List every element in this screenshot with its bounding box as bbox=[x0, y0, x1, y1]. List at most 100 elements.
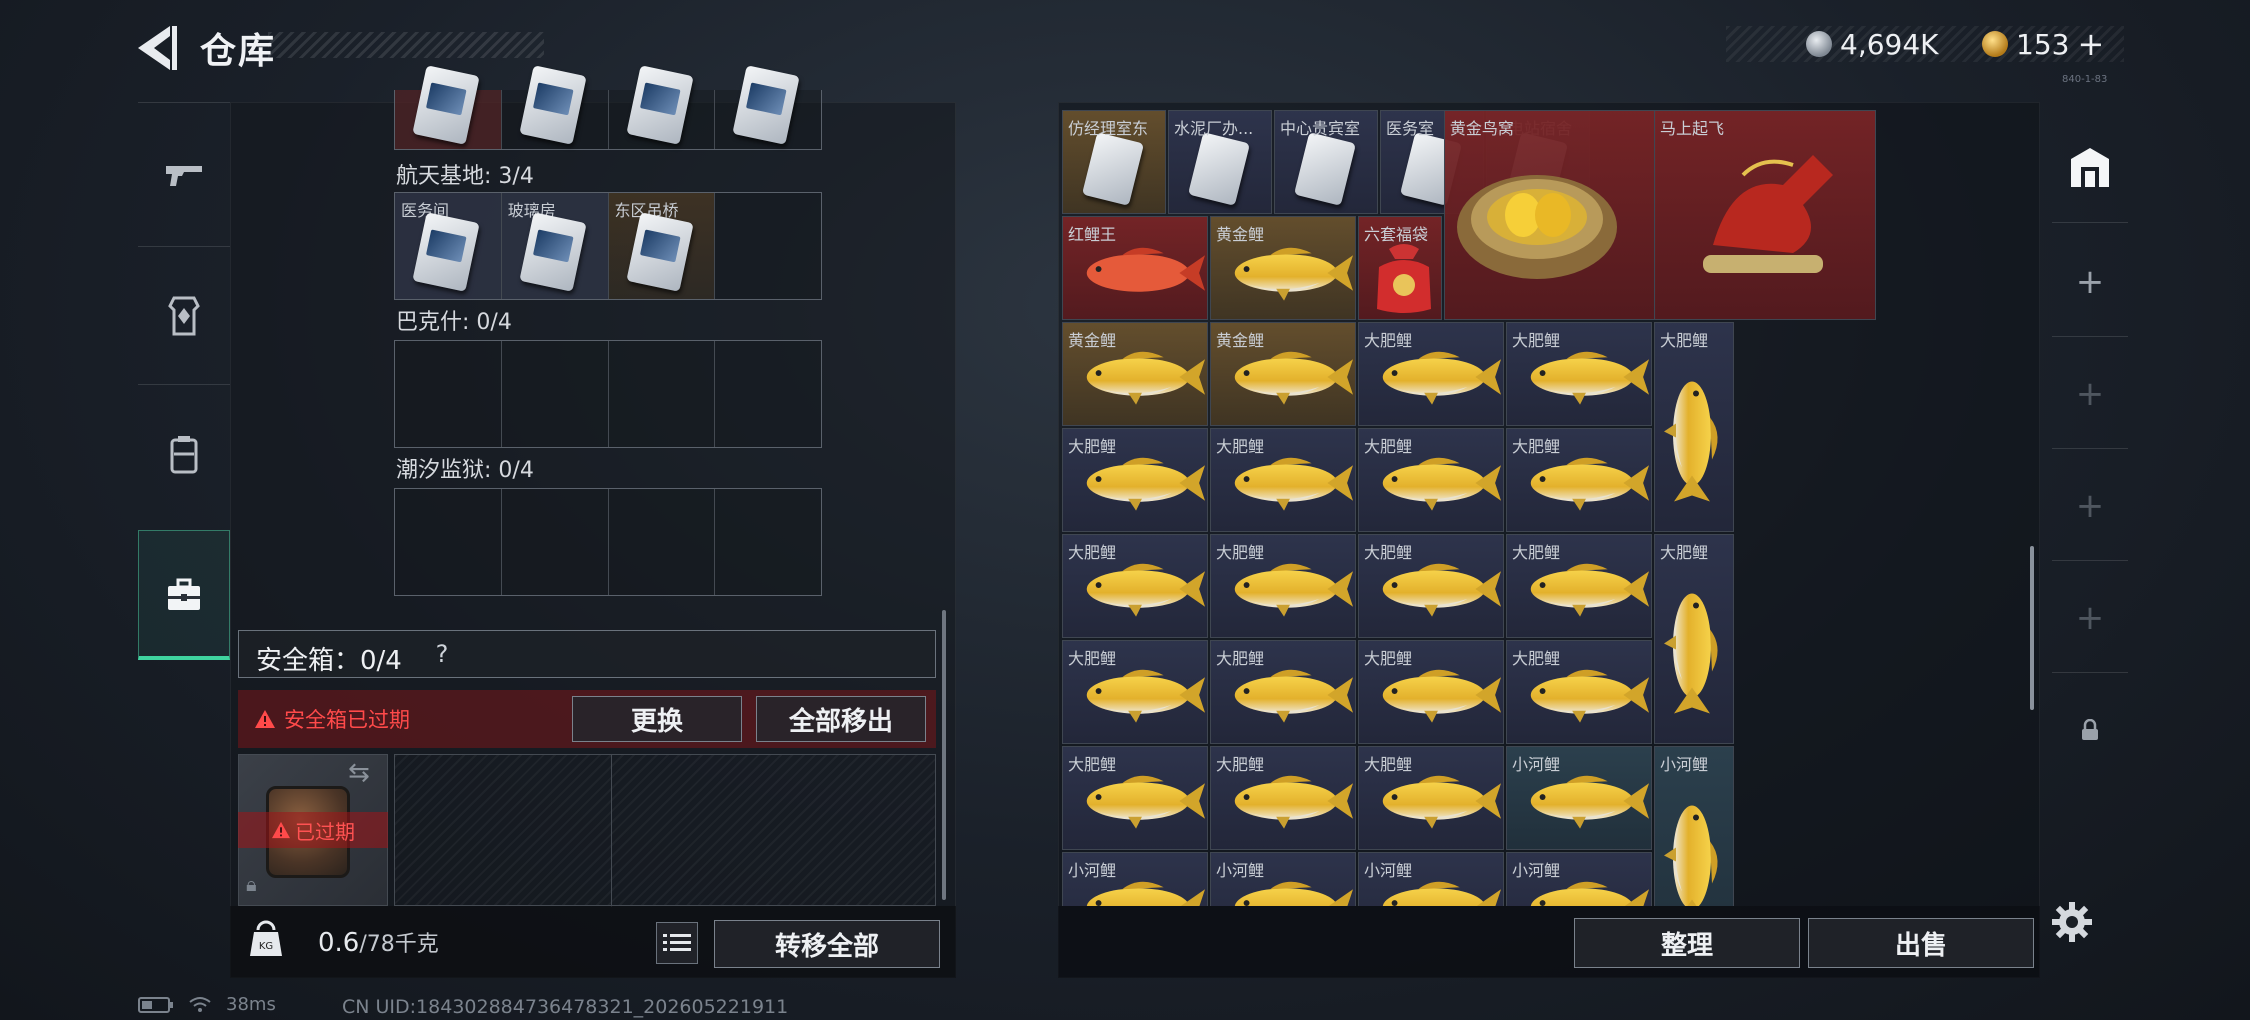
key-slot-empty[interactable] bbox=[609, 341, 716, 447]
warehouse-item[interactable]: 黄金鲤 bbox=[1210, 322, 1356, 426]
warehouse-tab-main[interactable] bbox=[2040, 118, 2140, 218]
locked-tab[interactable] bbox=[2040, 680, 2140, 780]
category-nav bbox=[138, 102, 230, 672]
carp-icon bbox=[1217, 765, 1355, 839]
item-label: 黄金鲤 bbox=[1068, 331, 1117, 350]
gold-currency[interactable]: 153 + bbox=[1982, 25, 2104, 63]
warehouse-item[interactable]: 大肥鲤 bbox=[1210, 640, 1356, 744]
warehouse-item[interactable]: 小河鲤 bbox=[1062, 852, 1208, 906]
warehouse-item[interactable]: 大肥鲤 bbox=[1210, 428, 1356, 532]
key-slot[interactable]: 医务间 bbox=[395, 193, 502, 299]
warehouse-item[interactable]: 红鲤王 bbox=[1062, 216, 1208, 320]
key-card-icon bbox=[412, 212, 480, 292]
warehouse-item[interactable]: 大肥鲤 bbox=[1506, 322, 1652, 426]
warehouse-item[interactable]: 六套福袋 bbox=[1358, 216, 1442, 320]
carp-icon bbox=[1069, 659, 1207, 733]
warehouse-item[interactable]: 大肥鲤 bbox=[1062, 640, 1208, 744]
warehouse-item[interactable]: 大肥鲤 bbox=[1062, 428, 1208, 532]
warehouse-item[interactable]: 大肥鲤 bbox=[1062, 534, 1208, 638]
carp-icon bbox=[1217, 447, 1355, 521]
add-warehouse-tab[interactable]: + bbox=[2040, 456, 2140, 556]
item-label: 大肥鲤 bbox=[1216, 437, 1265, 456]
key-slot-empty[interactable] bbox=[395, 341, 502, 447]
warehouse-item[interactable]: 大肥鲤 bbox=[1210, 534, 1356, 638]
warehouse-item[interactable]: 黄金鲤 bbox=[1210, 216, 1356, 320]
transfer-all-button[interactable]: 转移全部 bbox=[714, 920, 940, 968]
add-warehouse-tab[interactable]: + bbox=[2040, 344, 2140, 444]
key-slot[interactable] bbox=[609, 65, 716, 149]
expired-warning: 安全箱已过期 bbox=[254, 704, 410, 734]
item-label: 大肥鲤 bbox=[1364, 543, 1413, 562]
item-label: 大肥鲤 bbox=[1660, 331, 1709, 350]
warehouse-item[interactable]: 黄金鸟窝 bbox=[1443, 110, 1656, 320]
warehouse-item[interactable]: 小河鲤 bbox=[1506, 852, 1652, 906]
item-label: 小河鲤 bbox=[1512, 755, 1561, 774]
nav-weapons[interactable] bbox=[138, 124, 230, 224]
warehouse-item[interactable]: 大肥鲤 bbox=[1062, 746, 1208, 850]
warehouse-item[interactable]: 大肥鲤 bbox=[1210, 746, 1356, 850]
nav-safebox[interactable] bbox=[138, 530, 230, 660]
key-card-icon bbox=[1293, 132, 1357, 206]
gold-carp-icon bbox=[1217, 237, 1355, 311]
warehouse-item[interactable]: 大肥鲤 bbox=[1358, 534, 1504, 638]
list-view-button[interactable] bbox=[656, 922, 698, 964]
sell-button[interactable]: 出售 bbox=[1808, 918, 2034, 968]
key-slot[interactable] bbox=[715, 65, 821, 149]
nav-armor[interactable] bbox=[138, 266, 230, 366]
carp-icon bbox=[1217, 553, 1355, 627]
warehouse-item[interactable]: 大肥鲤 bbox=[1358, 746, 1504, 850]
warehouse-item[interactable]: 大肥鲤 bbox=[1358, 640, 1504, 744]
settings-gear-icon[interactable] bbox=[2050, 900, 2094, 944]
safebox-storage[interactable] bbox=[394, 754, 936, 907]
key-slot-empty[interactable] bbox=[715, 341, 821, 447]
key-slot[interactable]: 东区吊桥 bbox=[608, 193, 716, 299]
key-slot-empty[interactable] bbox=[395, 489, 502, 595]
key-item[interactable]: 中心贵宾室 bbox=[1274, 110, 1378, 214]
warehouse-item[interactable]: 大肥鲤 bbox=[1654, 534, 1734, 744]
item-label: 大肥鲤 bbox=[1364, 649, 1413, 668]
warehouse-item[interactable]: 大肥鲤 bbox=[1506, 428, 1652, 532]
gun-icon bbox=[166, 166, 202, 186]
swap-icon[interactable]: ⇆ bbox=[348, 758, 370, 788]
key-card-icon bbox=[1081, 132, 1145, 206]
key-slot-empty[interactable] bbox=[502, 489, 609, 595]
warning-icon bbox=[255, 710, 275, 728]
warehouse-item[interactable]: 小河鲤 bbox=[1506, 746, 1652, 850]
nav-backpack[interactable] bbox=[138, 404, 230, 504]
key-slot[interactable] bbox=[395, 65, 502, 149]
replace-button[interactable]: 更换 bbox=[572, 696, 742, 742]
warehouse-item[interactable]: 马上起飞 bbox=[1654, 110, 1876, 320]
item-label: 大肥鲤 bbox=[1364, 331, 1413, 350]
left-scrollbar[interactable] bbox=[942, 610, 946, 900]
horse-statue-icon bbox=[1703, 155, 1833, 273]
carp-icon-vertical bbox=[1661, 349, 1731, 523]
item-label: 大肥鲤 bbox=[1068, 437, 1117, 456]
right-scrollbar[interactable] bbox=[2030, 546, 2034, 710]
warehouse-item[interactable]: 小河鲤 bbox=[1210, 852, 1356, 906]
remove-all-button[interactable]: 全部移出 bbox=[756, 696, 926, 742]
back-button[interactable] bbox=[132, 22, 182, 74]
key-slot[interactable]: 玻璃房 bbox=[501, 193, 609, 299]
add-warehouse-tab[interactable]: + bbox=[2040, 232, 2140, 332]
key-slot-empty[interactable] bbox=[502, 341, 609, 447]
expired-tag: 已过期 bbox=[238, 812, 388, 848]
sort-button[interactable]: 整理 bbox=[1574, 918, 1800, 968]
warehouse-item[interactable]: 大肥鲤 bbox=[1358, 322, 1504, 426]
warehouse-item[interactable]: 大肥鲤 bbox=[1654, 322, 1734, 532]
key-item[interactable]: 仿经理室东 bbox=[1062, 110, 1166, 214]
key-slot-empty[interactable] bbox=[715, 193, 821, 299]
add-gold-icon[interactable]: + bbox=[2077, 25, 2104, 63]
warehouse-item[interactable]: 大肥鲤 bbox=[1358, 428, 1504, 532]
key-slot[interactable] bbox=[502, 65, 609, 149]
key-slot-empty[interactable] bbox=[609, 489, 716, 595]
key-slot-empty[interactable] bbox=[715, 489, 821, 595]
warehouse-item[interactable]: 大肥鲤 bbox=[1506, 534, 1652, 638]
warehouse-item[interactable]: 大肥鲤 bbox=[1506, 640, 1652, 744]
help-icon[interactable]: ? bbox=[424, 636, 460, 672]
warehouse-item[interactable]: 小河鲤 bbox=[1358, 852, 1504, 906]
key-item[interactable]: 水泥厂办... bbox=[1168, 110, 1272, 214]
warehouse-item[interactable]: 黄金鲤 bbox=[1062, 322, 1208, 426]
add-warehouse-tab[interactable]: + bbox=[2040, 568, 2140, 668]
status-bar: 38ms bbox=[138, 994, 276, 1015]
warehouse-item[interactable]: 小河鲤 bbox=[1654, 746, 1734, 906]
